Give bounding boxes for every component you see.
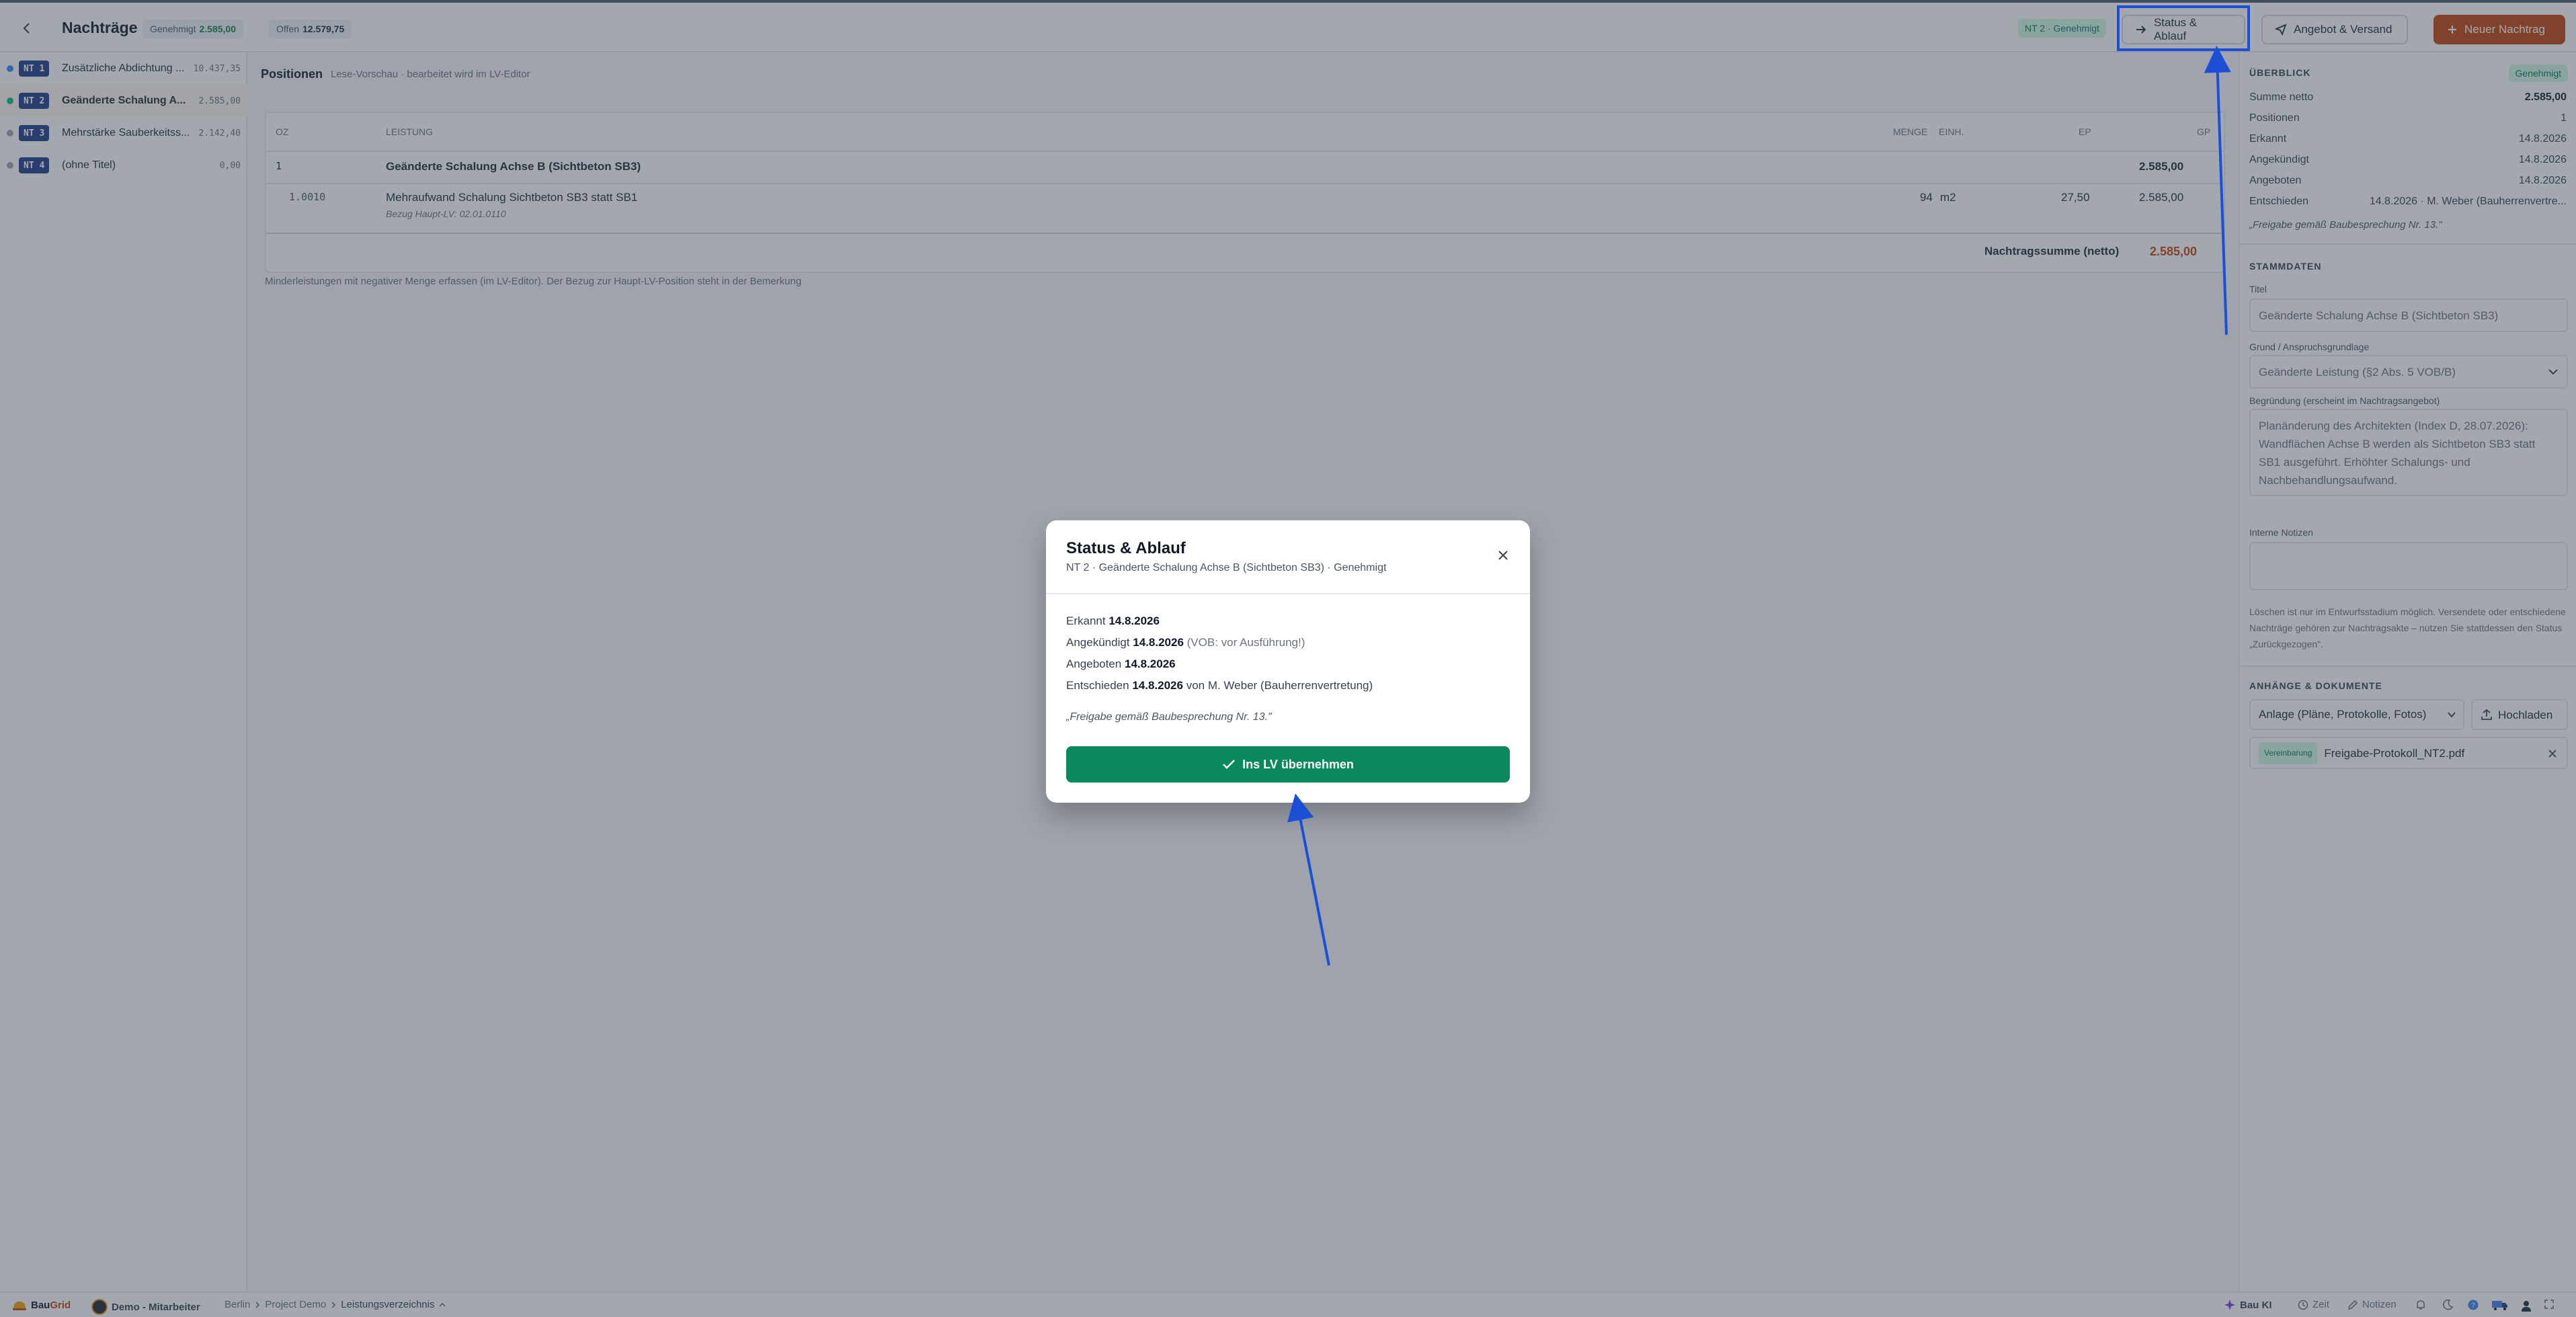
arrow-to-lv-button xyxy=(1287,793,1330,966)
arrow-to-status-button xyxy=(2204,46,2231,335)
annotation-arrows xyxy=(1287,46,2231,966)
